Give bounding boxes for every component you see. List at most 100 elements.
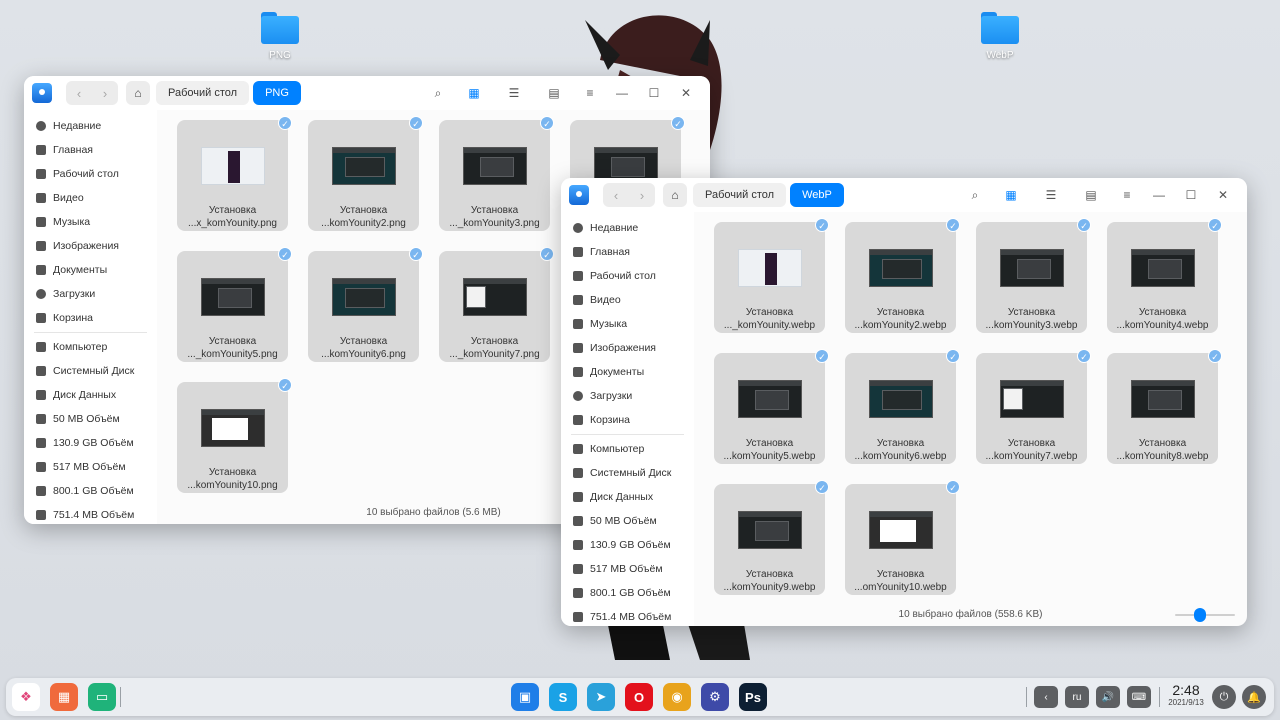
sidebar-device-item[interactable]: 517 MB Объём [561,557,694,581]
chrome-icon[interactable]: ◉ [663,683,691,711]
sidebar-item[interactable]: Главная [561,240,694,264]
sidebar-device-item[interactable]: 50 MB Объём [24,407,157,431]
selected-check-icon[interactable]: ✓ [278,378,292,392]
file-item[interactable]: Установка ..._komYounity.webp ✓ [714,218,829,333]
grid-view-icon[interactable]: ▦ [991,178,1031,212]
back-button[interactable]: ‹ [603,183,629,207]
selected-check-icon[interactable]: ✓ [1208,218,1222,232]
breadcrumb-desktop[interactable]: Рабочий стол [156,81,250,105]
selected-check-icon[interactable]: ✓ [946,480,960,494]
selected-check-icon[interactable]: ✓ [946,349,960,363]
sidebar-item[interactable]: Корзина [561,408,694,432]
file-item[interactable]: Установка ...komYounity3.webp ✓ [976,218,1091,333]
file-item[interactable]: Установка ...komYounity9.webp ✓ [714,480,829,595]
file-item[interactable]: Установка ...x_komYounity.png ✓ [177,116,292,231]
minimize-icon[interactable]: — [1143,178,1175,212]
search-icon[interactable]: ⌕ [959,178,991,212]
sidebar-item[interactable]: Рабочий стол [561,264,694,288]
sidebar-device-item[interactable]: 130.9 GB Объём [561,533,694,557]
sidebar-device-item[interactable]: Диск Данных [24,383,157,407]
sidebar-device-item[interactable]: Системный Диск [561,461,694,485]
maximize-icon[interactable]: ☐ [1175,178,1207,212]
list-view-icon[interactable]: ☰ [1031,178,1071,212]
sidebar-device-item[interactable]: 800.1 GB Объём [561,581,694,605]
home-button[interactable]: ⌂ [663,183,687,207]
sidebar-item[interactable]: Документы [561,360,694,384]
selected-check-icon[interactable]: ✓ [409,247,423,261]
search-icon[interactable]: ⌕ [422,76,454,110]
menu-icon[interactable]: ≡ [1111,178,1143,212]
volume-icon[interactable]: 🔊 [1096,686,1120,708]
power-icon[interactable]: ⏻ [1212,685,1236,709]
selected-check-icon[interactable]: ✓ [1077,218,1091,232]
selected-check-icon[interactable]: ✓ [409,116,423,130]
sidebar-device-item[interactable]: 517 MB Объём [24,455,157,479]
close-icon[interactable]: ✕ [1207,178,1239,212]
multitask-icon[interactable]: ▦ [50,683,78,711]
settings-icon[interactable]: ⚙ [701,683,729,711]
selected-check-icon[interactable]: ✓ [278,247,292,261]
menu-icon[interactable]: ≡ [574,76,606,110]
selected-check-icon[interactable]: ✓ [540,247,554,261]
details-view-icon[interactable]: ▤ [534,76,574,110]
back-button[interactable]: ‹ [66,81,92,105]
file-manager-icon[interactable]: ▣ [511,683,539,711]
file-item[interactable]: Установка ...komYounity2.webp ✓ [845,218,960,333]
file-item[interactable]: Установка ..._komYounity7.png ✓ [439,247,554,362]
details-view-icon[interactable]: ▤ [1071,178,1111,212]
file-item[interactable]: Установка ...komYounity7.webp ✓ [976,349,1091,464]
selected-check-icon[interactable]: ✓ [1077,349,1091,363]
notification-icon[interactable]: 🔔 [1242,685,1266,709]
sidebar-item[interactable]: Видео [24,186,157,210]
desktop-folder-png[interactable]: PNG [240,12,320,61]
zoom-slider[interactable] [1175,608,1235,622]
selected-check-icon[interactable]: ✓ [540,116,554,130]
selected-check-icon[interactable]: ✓ [815,218,829,232]
sidebar-device-item[interactable]: 50 MB Объём [561,509,694,533]
selected-check-icon[interactable]: ✓ [1208,349,1222,363]
sidebar-item[interactable]: Рабочий стол [24,162,157,186]
file-item[interactable]: Установка ...komYounity10.png ✓ [177,378,292,493]
close-icon[interactable]: ✕ [670,76,702,110]
minimize-icon[interactable]: — [606,76,638,110]
breadcrumb-webp[interactable]: WebP [790,183,844,207]
file-item[interactable]: Установка ...komYounity5.webp ✓ [714,349,829,464]
zoom-slider-handle[interactable] [1194,608,1206,622]
sidebar-device-item[interactable]: Компьютер [561,437,694,461]
sidebar-device-item[interactable]: 130.9 GB Объём [24,431,157,455]
sidebar-device-item[interactable]: 800.1 GB Объём [24,479,157,503]
file-item[interactable]: Установка ...komYounity4.webp ✓ [1107,218,1222,333]
sidebar-device-item[interactable]: Системный Диск [24,359,157,383]
sidebar-item[interactable]: Музыка [24,210,157,234]
breadcrumb-desktop[interactable]: Рабочий стол [693,183,787,207]
file-item[interactable]: Установка ...komYounity6.webp ✓ [845,349,960,464]
onscreen-keyboard-icon[interactable]: ⌨ [1127,686,1151,708]
home-button[interactable]: ⌂ [126,81,150,105]
forward-button[interactable]: › [629,183,655,207]
sidebar-item[interactable]: Корзина [24,306,157,330]
keyboard-layout-indicator[interactable]: ru [1065,686,1089,708]
forward-button[interactable]: › [92,81,118,105]
clock[interactable]: 2:48 2021/9/13 [1160,682,1212,708]
selected-check-icon[interactable]: ✓ [278,116,292,130]
sidebar-item[interactable]: Загрузки [24,282,157,306]
maximize-icon[interactable]: ☐ [638,76,670,110]
file-item[interactable]: Установка ..._komYounity5.png ✓ [177,247,292,362]
selected-check-icon[interactable]: ✓ [671,116,685,130]
telegram-icon[interactable]: ➤ [587,683,615,711]
grid-view-icon[interactable]: ▦ [454,76,494,110]
file-item[interactable]: Установка ...omYounity10.webp ✓ [845,480,960,595]
photoshop-icon[interactable]: Ps [739,683,767,711]
sidebar-item[interactable]: Документы [24,258,157,282]
sidebar-device-item[interactable]: Диск Данных [561,485,694,509]
sidebar-device-item[interactable]: 751.4 MB Объём [561,605,694,626]
sidebar-item[interactable]: Недавние [561,216,694,240]
sidebar-item[interactable]: Главная [24,138,157,162]
sidebar-item[interactable]: Музыка [561,312,694,336]
file-item[interactable]: Установка ..._komYounity3.png ✓ [439,116,554,231]
sidebar-item[interactable]: Недавние [24,114,157,138]
desktop-folder-webp[interactable]: WebP [960,12,1040,61]
selected-check-icon[interactable]: ✓ [815,349,829,363]
file-item[interactable]: Установка ...komYounity6.png ✓ [308,247,423,362]
tray-expand-button[interactable]: ‹ [1034,686,1058,708]
